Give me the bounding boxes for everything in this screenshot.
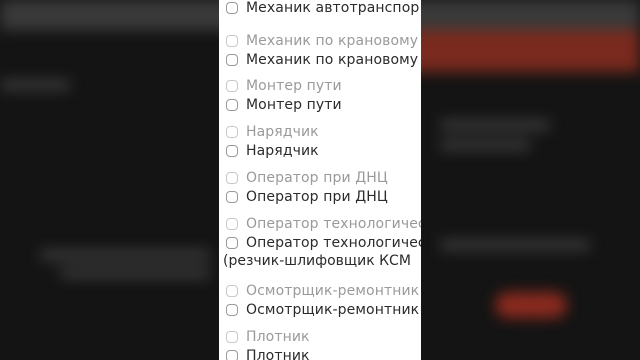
option-label-faded: Осмотрщик-ремонтник	[246, 282, 420, 299]
profession-option[interactable]: Плотник	[219, 346, 421, 360]
checkbox[interactable]	[226, 34, 238, 47]
option-group: Нарядчик Нарядчик	[219, 122, 421, 160]
option-label: Нарядчик	[246, 142, 319, 159]
option-label-continuation: (резчик-шлифовщик КСМ	[223, 253, 411, 269]
profession-option-faded[interactable]: Осмотрщик-ремонтник	[219, 281, 421, 300]
option-group: Оператор при ДНЦ Оператор при ДНЦ	[219, 168, 421, 206]
option-group: Плотник Плотник	[219, 327, 421, 360]
option-label-faded: Нарядчик	[246, 123, 319, 140]
checkbox[interactable]	[226, 79, 238, 92]
profession-option[interactable]: Механик автотранспор	[219, 0, 421, 17]
checkbox[interactable]	[226, 349, 238, 360]
option-group: Осмотрщик-ремонтник Осмотрщик-ремонтник	[219, 281, 421, 319]
option-label: Плотник	[246, 347, 310, 360]
option-label: Осмотрщик-ремонтник	[246, 301, 420, 318]
option-group: Оператор технологичес Оператор технологи…	[219, 214, 421, 271]
checkbox[interactable]	[226, 98, 238, 111]
checkbox[interactable]	[226, 125, 238, 138]
background-text	[440, 120, 550, 130]
checkbox[interactable]	[226, 236, 238, 249]
option-label-faded: Оператор при ДНЦ	[246, 169, 388, 186]
option-label-faded: Монтер пути	[246, 77, 342, 94]
profession-option-faded[interactable]: Плотник	[219, 327, 421, 346]
profession-option[interactable]: Нарядчик	[219, 141, 421, 160]
profession-options-list[interactable]: Механик автотранспор Механик по крановом…	[219, 0, 421, 360]
option-group: Механик автотранспор	[219, 0, 421, 17]
background-text	[440, 140, 530, 150]
background-text	[40, 250, 210, 260]
checkbox[interactable]	[226, 190, 238, 203]
option-label-faded: Механик по крановому	[246, 32, 419, 49]
checkbox[interactable]	[226, 1, 238, 14]
option-label: Оператор технологичес	[246, 234, 421, 251]
checkbox[interactable]	[226, 144, 238, 157]
background-text	[440, 240, 590, 250]
profession-option[interactable]: Оператор технологичес	[219, 233, 421, 252]
option-label: Механик по крановому	[246, 51, 419, 68]
profession-option[interactable]: Осмотрщик-ремонтник	[219, 300, 421, 319]
background-red-button	[495, 292, 567, 318]
background-text	[0, 80, 70, 90]
profession-option-faded[interactable]: Оператор при ДНЦ	[219, 168, 421, 187]
option-group: Механик по крановому Механик по крановом…	[219, 31, 421, 69]
checkbox[interactable]	[226, 171, 238, 184]
option-group: Монтер пути Монтер пути	[219, 76, 421, 114]
background-text	[60, 268, 210, 278]
option-label-faded: Оператор технологичес	[246, 215, 421, 232]
profession-option[interactable]: Монтер пути	[219, 95, 421, 114]
profession-option-faded[interactable]: Нарядчик	[219, 122, 421, 141]
checkbox[interactable]	[226, 53, 238, 66]
profession-option-faded[interactable]: Оператор технологичес	[219, 214, 421, 233]
checkbox[interactable]	[226, 217, 238, 230]
profession-option-faded[interactable]: Механик по крановому	[219, 31, 421, 50]
checkbox[interactable]	[226, 330, 238, 343]
option-label: Монтер пути	[246, 96, 342, 113]
profession-option-faded[interactable]: Монтер пути	[219, 76, 421, 95]
profession-option[interactable]: Механик по крановому	[219, 50, 421, 69]
profession-option[interactable]: Оператор при ДНЦ	[219, 187, 421, 206]
checkbox[interactable]	[226, 284, 238, 297]
option-label: Оператор при ДНЦ	[246, 188, 388, 205]
checkbox[interactable]	[226, 303, 238, 316]
option-label-faded: Плотник	[246, 328, 310, 345]
option-label: Механик автотранспор	[246, 0, 420, 16]
